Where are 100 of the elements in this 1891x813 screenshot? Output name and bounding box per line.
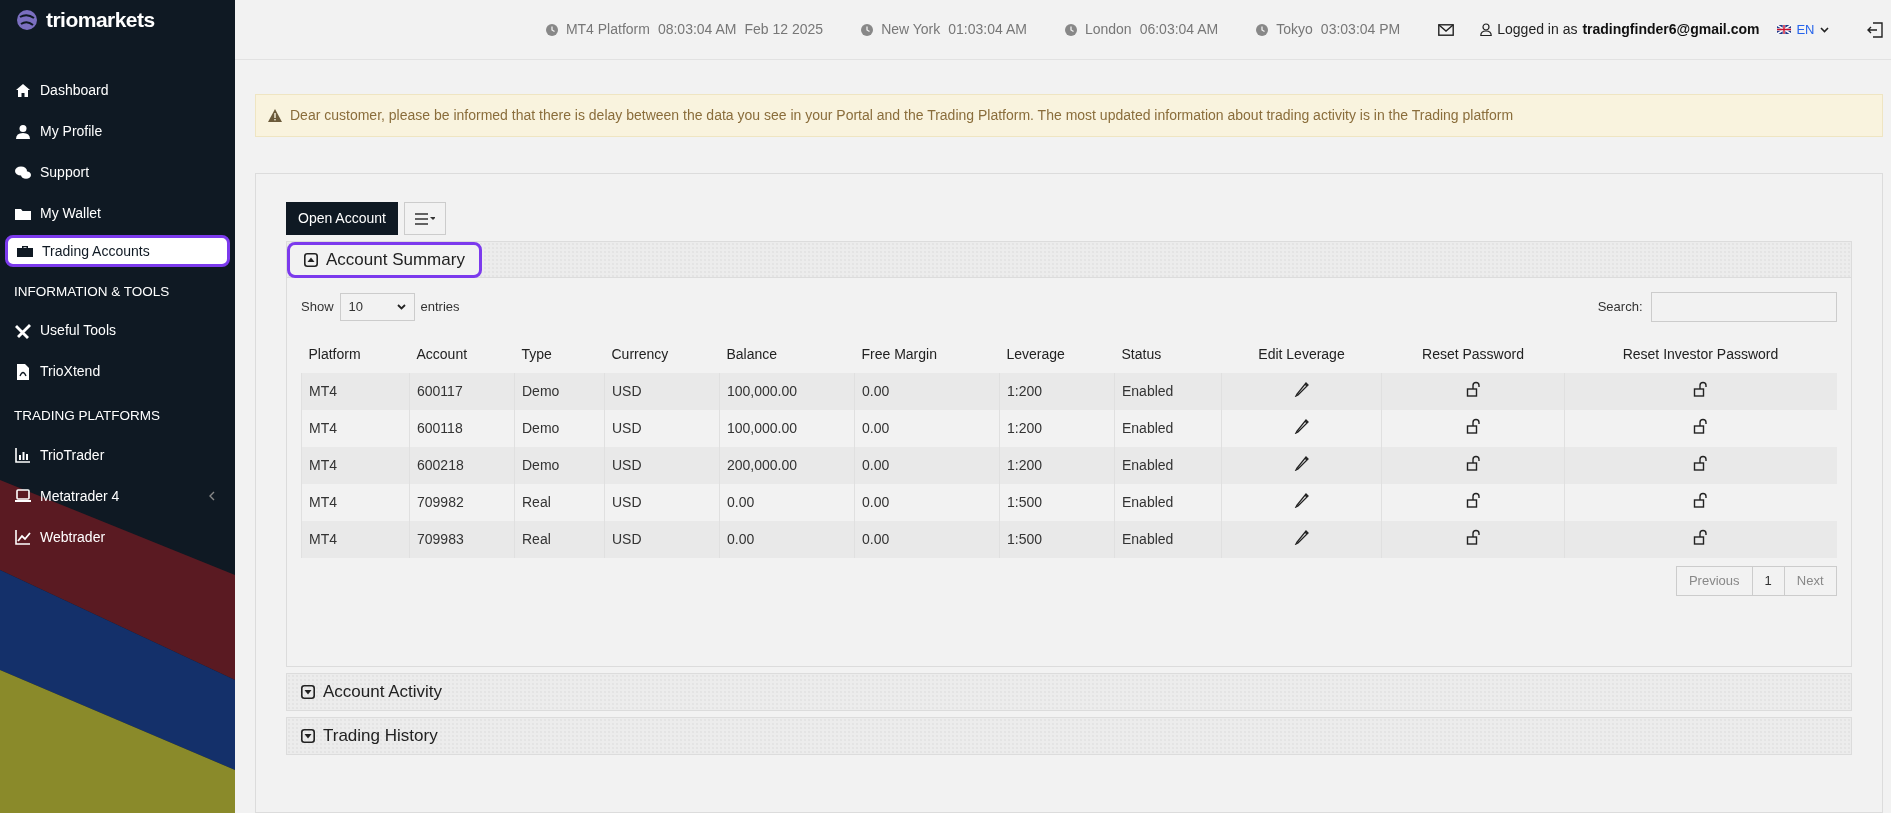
pencil-icon bbox=[1294, 417, 1309, 434]
table-cell: 1:200 bbox=[999, 373, 1115, 410]
table-cell: 600117 bbox=[409, 373, 515, 410]
column-header: Status bbox=[1114, 336, 1222, 373]
sidebar-item[interactable]: Trading Accounts bbox=[5, 235, 230, 267]
column-header: Currency bbox=[604, 336, 720, 373]
reset-password-button[interactable] bbox=[1693, 528, 1709, 545]
language-selector[interactable]: EN bbox=[1777, 19, 1829, 40]
section-heading: TRADING PLATFORMS bbox=[13, 407, 161, 426]
table-cell: Demo bbox=[514, 447, 605, 484]
search-field[interactable] bbox=[1650, 292, 1837, 322]
section-heading: INFORMATION & TOOLS bbox=[13, 283, 171, 301]
table-cell: 0.00 bbox=[854, 447, 1000, 484]
pencil-icon bbox=[1294, 491, 1309, 508]
expand-icon bbox=[301, 729, 315, 743]
table-cell: Enabled bbox=[1114, 447, 1222, 484]
pencil-icon bbox=[1294, 528, 1309, 545]
pdf-file-icon bbox=[15, 363, 31, 380]
unlocked-padlock-icon bbox=[1693, 491, 1709, 508]
sidebar-item[interactable]: TrioXtend bbox=[0, 351, 235, 393]
edit-leverage-button[interactable] bbox=[1294, 454, 1309, 471]
table-cell: 0.00 bbox=[854, 521, 1000, 558]
sidebar-item[interactable]: Metatrader 4 bbox=[0, 475, 235, 517]
edit-leverage-button[interactable] bbox=[1294, 380, 1309, 397]
table-cell: MT4 bbox=[301, 521, 410, 558]
reset-password-button[interactable] bbox=[1465, 380, 1481, 397]
reset-password-button[interactable] bbox=[1693, 417, 1709, 434]
reset-password-button[interactable] bbox=[1693, 491, 1709, 508]
sidebar-item[interactable]: Support bbox=[0, 152, 235, 193]
collapse-icon bbox=[304, 252, 318, 267]
sidebar-item[interactable]: Useful Tools bbox=[0, 310, 235, 352]
laptop-icon bbox=[15, 488, 31, 504]
edit-leverage-button[interactable] bbox=[1294, 491, 1309, 508]
column-header: Type bbox=[514, 336, 605, 373]
edit-leverage-button[interactable] bbox=[1294, 528, 1309, 545]
table-cell: 709983 bbox=[409, 521, 515, 558]
clock-label: New York bbox=[881, 20, 941, 39]
briefcase-icon bbox=[17, 243, 33, 259]
reset-password-button[interactable] bbox=[1693, 454, 1709, 471]
table-cell: USD bbox=[604, 373, 720, 410]
table-cell: 0.00 bbox=[854, 373, 1000, 410]
menu-dropdown-button[interactable] bbox=[403, 202, 446, 235]
reset-password-button[interactable] bbox=[1465, 417, 1481, 434]
page-size-select[interactable]: 10 bbox=[339, 293, 415, 321]
table-cell: USD bbox=[604, 447, 720, 484]
reset-password-button[interactable] bbox=[1465, 491, 1481, 508]
clock-time: 08:03:04 AM bbox=[657, 20, 737, 39]
line-chart-icon bbox=[15, 529, 31, 545]
show-label: Show bbox=[301, 298, 334, 317]
logout-icon[interactable] bbox=[1866, 21, 1883, 38]
unlocked-padlock-icon bbox=[1693, 528, 1709, 545]
sidebar-item[interactable]: My Profile bbox=[0, 111, 235, 152]
panel-toggle[interactable]: Account Activity bbox=[287, 674, 457, 710]
mail-icon[interactable] bbox=[1438, 23, 1455, 36]
unlocked-padlock-icon bbox=[1465, 491, 1481, 508]
table-cell: MT4 bbox=[301, 373, 410, 410]
chevron-left-icon bbox=[209, 491, 215, 501]
table-cell: 200,000.00 bbox=[719, 447, 855, 484]
sidebar-item[interactable]: TrioTrader bbox=[0, 434, 235, 476]
user-outline-icon bbox=[1480, 23, 1493, 36]
clock-icon bbox=[861, 23, 874, 36]
login-label: Logged in as bbox=[1497, 20, 1578, 39]
sidebar-item[interactable]: Webtrader bbox=[0, 516, 235, 558]
clock-label: London bbox=[1084, 20, 1132, 39]
reset-password-button[interactable] bbox=[1693, 380, 1709, 397]
clock-time: 06:03:04 AM bbox=[1139, 20, 1219, 39]
notice-text: Dear customer, please be informed that there is delay between the data you see in your Portal and the Trading Platform. The most updated information about trading activity is in the Trading platform bbox=[290, 106, 1514, 125]
sidebar-item[interactable]: My Wallet bbox=[0, 193, 235, 234]
clock-icon bbox=[545, 23, 558, 36]
column-header: Reset Investor Password bbox=[1564, 336, 1837, 373]
entries-label: entries bbox=[420, 298, 460, 317]
user-icon bbox=[15, 123, 31, 140]
clock-icon bbox=[1256, 23, 1269, 36]
unlocked-padlock-icon bbox=[1465, 454, 1481, 471]
reset-password-button[interactable] bbox=[1465, 454, 1481, 471]
column-header: Balance bbox=[719, 336, 855, 373]
table-cell: Real bbox=[514, 521, 605, 558]
login-email: tradingfinder6@gmail.com bbox=[1582, 20, 1760, 39]
uk-flag-icon bbox=[1777, 25, 1792, 34]
panel-toggle[interactable]: Trading History bbox=[287, 718, 452, 754]
open-account-button[interactable]: Open Account bbox=[286, 202, 398, 235]
warning-icon bbox=[268, 109, 282, 122]
unlocked-padlock-icon bbox=[1465, 528, 1481, 545]
column-header: Platform bbox=[301, 336, 410, 373]
sidebar-item[interactable]: Dashboard bbox=[0, 70, 235, 111]
column-header: Leverage bbox=[999, 336, 1115, 373]
column-header: Edit Leverage bbox=[1221, 336, 1382, 373]
clock-label: MT4 Platform bbox=[565, 20, 650, 39]
clock-time: 03:03:04 PM bbox=[1320, 20, 1401, 39]
column-header: Reset Password bbox=[1381, 336, 1565, 373]
clock-time: 01:03:04 AM bbox=[948, 20, 1027, 39]
reset-password-button[interactable] bbox=[1465, 528, 1481, 545]
edit-leverage-button[interactable] bbox=[1294, 417, 1309, 434]
clock-icon bbox=[1064, 23, 1077, 36]
chat-icon bbox=[15, 164, 31, 181]
unlocked-padlock-icon bbox=[1465, 417, 1481, 434]
table-cell: USD bbox=[604, 521, 720, 558]
unlocked-padlock-icon bbox=[1465, 380, 1481, 397]
panel-toggle[interactable]: Account Summary bbox=[287, 241, 482, 278]
table-cell: MT4 bbox=[301, 447, 410, 484]
